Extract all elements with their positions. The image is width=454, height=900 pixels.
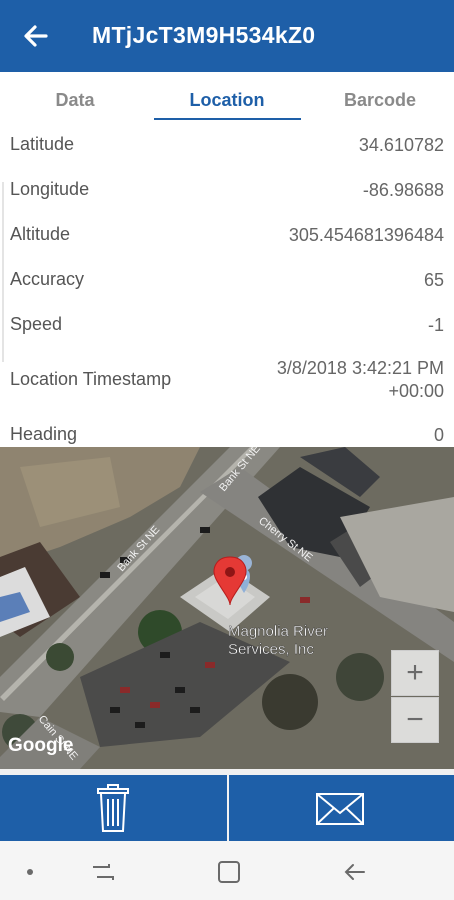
home-icon [218, 861, 240, 883]
detail-value: 305.454681396484 [288, 225, 444, 245]
detail-value: -1 [427, 315, 444, 335]
back-button[interactable] [18, 18, 54, 54]
map-imagery: Bank St NE Bank St NE Cherry St NE Cain … [0, 447, 454, 769]
detail-label: Location Timestamp [10, 369, 172, 389]
active-tab-indicator [154, 118, 301, 120]
place-label-line2: Services, Inc [228, 641, 314, 658]
dot-icon [27, 869, 33, 875]
app-bar: MTjJcT3M9H534kZ0 [0, 0, 454, 72]
timestamp-date: 3/8/2018 3:42:21 PM [276, 358, 444, 378]
action-divider [227, 775, 229, 841]
zoom-out-button[interactable]: − [391, 697, 439, 743]
tab-bar: Data Location Barcode [0, 72, 454, 122]
nav-dot-button[interactable] [18, 857, 48, 887]
zoom-in-button[interactable]: + [391, 650, 439, 696]
timestamp-offset: +00:00 [388, 381, 444, 401]
detail-label: Longitude [10, 179, 90, 199]
location-details[interactable]: Latitude 34.610782 Longitude -86.98688 A… [0, 122, 454, 447]
tab-location[interactable]: Location [170, 90, 284, 111]
detail-value: 3/8/2018 3:42:21 PM +00:00 [277, 357, 444, 403]
tab-data[interactable]: Data [50, 90, 100, 111]
scrollbar [2, 182, 4, 362]
back-icon [344, 864, 365, 880]
trash-icon [97, 784, 129, 832]
email-button[interactable] [310, 781, 370, 835]
place-label-line1: Magnolia River [228, 623, 328, 640]
detail-label: Latitude [10, 134, 75, 154]
system-nav-bar [0, 841, 454, 900]
detail-value: 65 [423, 270, 444, 290]
home-button[interactable] [214, 857, 244, 887]
action-bar [0, 775, 454, 841]
system-back-button[interactable] [340, 857, 370, 887]
detail-value: 0 [433, 425, 444, 445]
detail-value: 34.610782 [358, 135, 444, 155]
detail-value: -86.98688 [362, 180, 444, 200]
detail-row-timestamp: Location Timestamp 3/8/2018 3:42:21 PM +… [0, 357, 454, 407]
detail-label: Altitude [10, 224, 71, 244]
detail-label: Accuracy [10, 269, 85, 289]
tab-barcode[interactable]: Barcode [330, 90, 430, 111]
delete-button[interactable] [83, 781, 143, 835]
envelope-icon [316, 793, 364, 825]
detail-label: Heading [10, 424, 78, 444]
page-title: MTjJcT3M9H534kZ0 [92, 22, 316, 48]
satellite-map[interactable]: Bank St NE Bank St NE Cherry St NE Cain … [0, 447, 454, 769]
recents-button[interactable] [88, 857, 118, 887]
google-logo: Google [8, 735, 73, 756]
detail-label: Speed [10, 314, 63, 334]
arrow-left-icon [24, 25, 48, 47]
recents-icon [93, 864, 114, 880]
